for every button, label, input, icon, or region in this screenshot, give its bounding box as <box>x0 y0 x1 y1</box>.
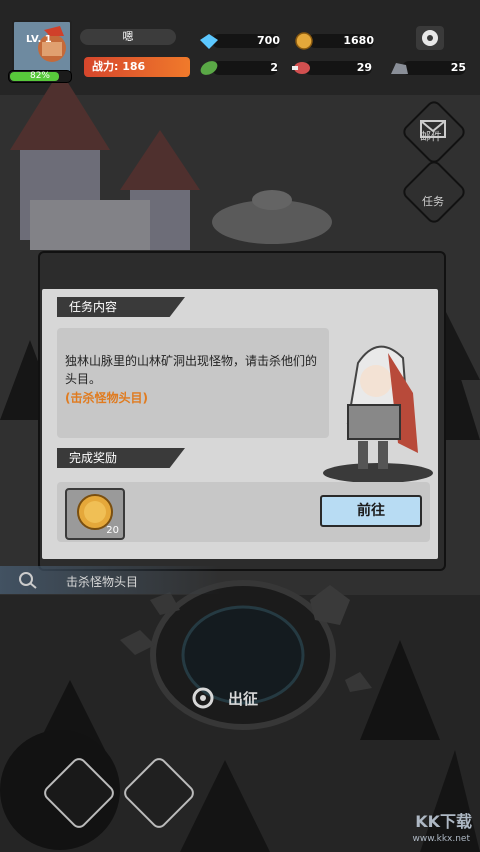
expedition-label[interactable]: 出征 <box>228 688 258 709</box>
exp-bar: 82% <box>8 70 72 83</box>
task-label: 任务 <box>422 195 444 208</box>
reward-box: 20 前往 <box>57 482 430 542</box>
reward-count: 20 <box>106 525 119 536</box>
quest-tracker[interactable]: 击杀怪物头目 <box>0 566 220 594</box>
knight-portrait-icon <box>38 26 66 62</box>
mail-label: 邮件 <box>420 130 442 143</box>
ore-value: 25 <box>450 61 466 74</box>
meat-counter[interactable]: 29 <box>290 59 372 77</box>
diamond-icon <box>200 34 218 49</box>
leaf-counter[interactable]: 2 <box>198 59 278 77</box>
gold-coin-icon <box>295 32 313 50</box>
diamond-value: 700 <box>257 34 280 47</box>
npc-girl-illustration <box>323 345 433 483</box>
task-content-box: 独林山脉里的山林矿洞出现怪物，请击杀他们的头目。 (击杀怪物头目) <box>57 328 329 438</box>
reward-header: 完成奖励 <box>57 448 185 468</box>
gear-icon <box>422 30 438 46</box>
task-dialog: 任务内容 独林山脉里的山林矿洞出现怪物，请击杀他们的头目。 (击杀怪物头目) 完… <box>38 251 446 571</box>
exp-percent: 82% <box>29 71 50 81</box>
combat-power: 战力: 186 <box>84 57 190 77</box>
diamond-counter[interactable]: 700 <box>198 32 280 50</box>
swirl-icon <box>192 687 214 709</box>
leaf-value: 2 <box>270 61 278 74</box>
watermark-url: www.kkx.net <box>412 834 471 844</box>
task-content-header: 任务内容 <box>57 297 185 317</box>
gold-counter[interactable]: 1680 <box>294 32 374 50</box>
ore-counter[interactable]: 25 <box>388 59 466 77</box>
go-button[interactable]: 前往 <box>320 495 422 527</box>
meat-value: 29 <box>356 61 372 74</box>
player-avatar[interactable] <box>12 20 72 74</box>
ore-icon <box>391 63 408 74</box>
player-level: LV. 1 <box>26 34 52 45</box>
task-dialog-body: 任务内容 独林山脉里的山林矿洞出现怪物，请击杀他们的头目。 (击杀怪物头目) 完… <box>42 289 438 559</box>
settings-button[interactable] <box>416 26 444 50</box>
search-icon <box>19 572 37 589</box>
quest-tracker-text: 击杀怪物头目 <box>66 575 139 589</box>
task-hint: (击杀怪物头目) <box>65 391 148 405</box>
gold-value: 1680 <box>343 34 374 47</box>
leaf-icon <box>200 61 218 75</box>
reward-item-slot[interactable]: 20 <box>65 488 125 540</box>
watermark: KK下载 <box>415 812 472 831</box>
top-hud: LV. 1 82% 嗯 战力: 186 700 1680 2 29 25 <box>0 0 480 90</box>
task-description: 独林山脉里的山林矿洞出现怪物，请击杀他们的头目。 <box>65 354 318 386</box>
meat-icon <box>292 62 310 74</box>
player-name: 嗯 <box>80 29 176 45</box>
